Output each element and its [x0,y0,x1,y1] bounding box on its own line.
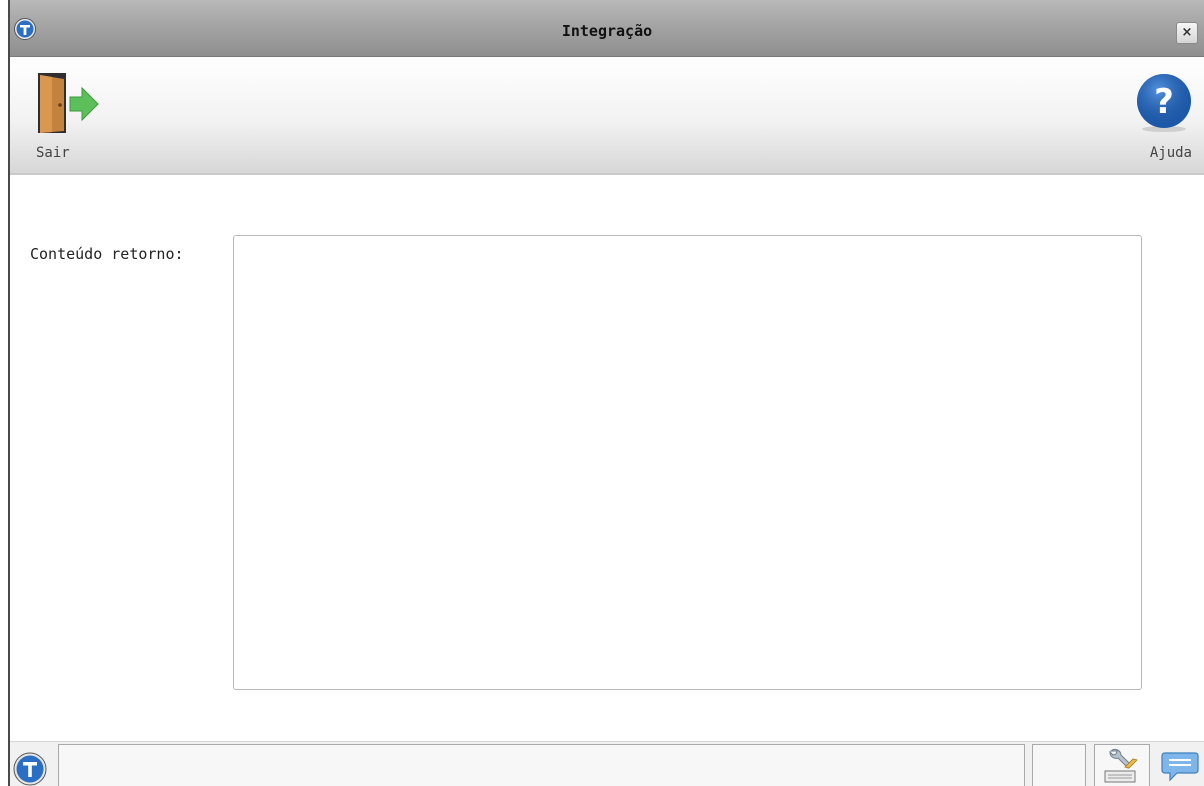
status-message [58,744,1025,786]
window-title: Integração [561,22,653,40]
chat-button[interactable] [1160,750,1200,784]
tools-keyboard-icon [1104,748,1138,783]
exit-label: Sair [36,145,70,161]
toolbar: Sair ? Ajuda [10,57,1204,175]
title-bar: Integração × [10,0,1204,57]
status-logo-icon [13,752,47,786]
help-button[interactable]: ? Ajuda [1130,71,1194,161]
return-content-label: Conteúdo retorno: [30,245,184,263]
exit-door-icon [38,73,99,133]
integration-window: Integração × Sair ? Ajuda Conteúdo retor… [8,0,1204,786]
chat-bubble-icon [1161,752,1199,782]
status-info [1032,744,1086,786]
status-bar [10,741,1204,786]
help-label: Ajuda [1149,145,1192,161]
exit-button[interactable]: Sair [32,71,102,161]
return-content-textarea[interactable] [233,235,1142,690]
svg-text:?: ? [1154,82,1174,122]
tools-button[interactable] [1094,744,1150,786]
close-button[interactable]: × [1176,22,1198,44]
help-question-icon: ? [1137,74,1191,132]
